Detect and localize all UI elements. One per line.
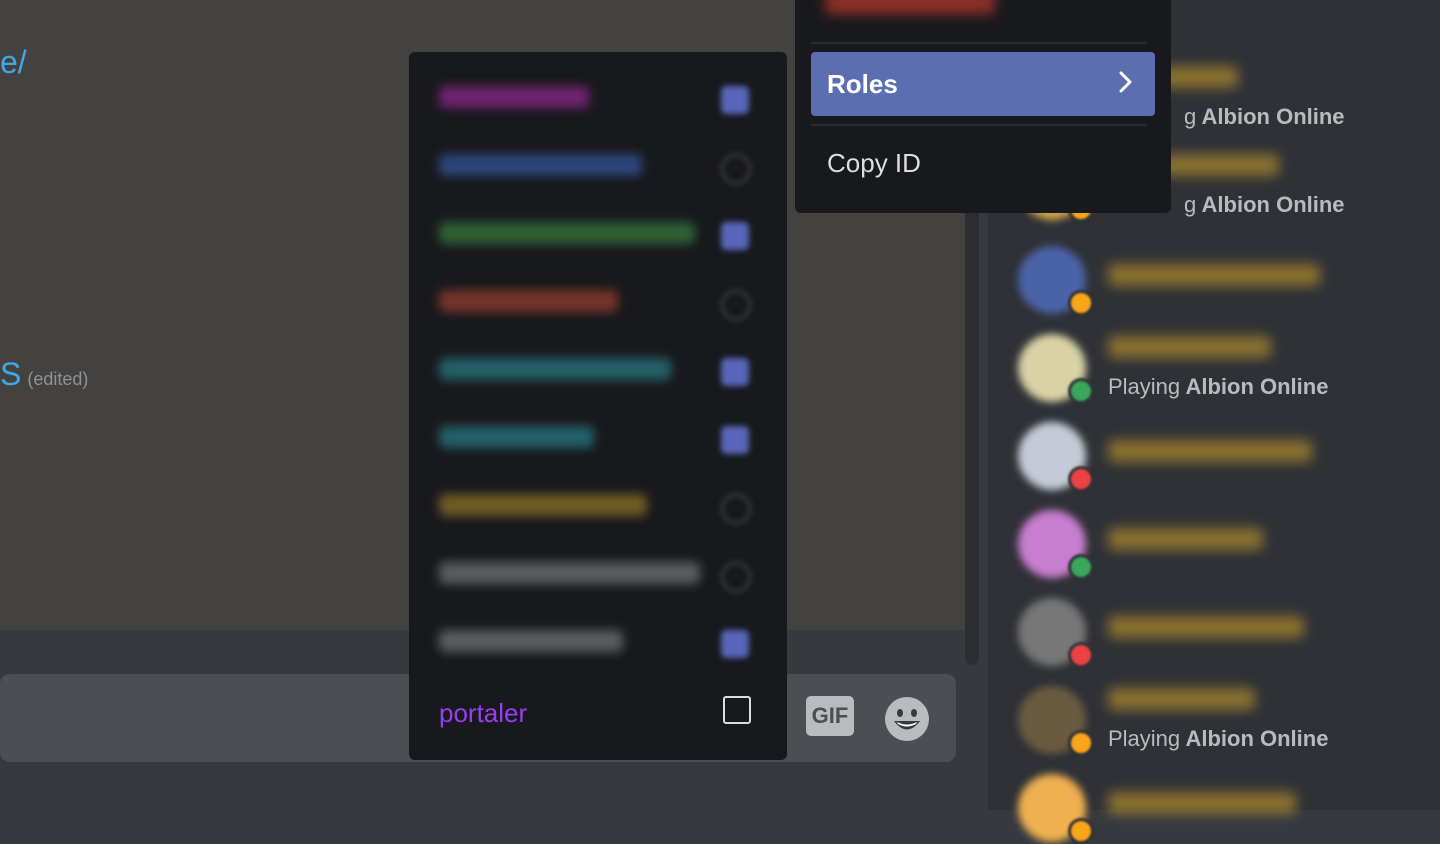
menu-divider <box>811 42 1147 44</box>
role-checkbox[interactable] <box>721 154 751 184</box>
member-item[interactable] <box>1018 774 1428 844</box>
member-activity: Playing Albion Online <box>1108 374 1328 400</box>
role-name-blurred <box>439 358 671 380</box>
member-item[interactable] <box>1018 422 1428 492</box>
member-name-blurred <box>1108 528 1263 550</box>
copy-id-menu-item[interactable]: Copy ID <box>827 148 921 179</box>
member-name-blurred <box>1108 792 1296 814</box>
status-indicator <box>1068 642 1094 668</box>
member-name-blurred <box>1108 264 1320 286</box>
message-link-edited[interactable]: S (edited) <box>0 356 88 393</box>
chat-scrollbar[interactable] <box>965 200 979 665</box>
role-checkbox[interactable] <box>721 562 751 592</box>
role-name-blurred <box>439 86 589 108</box>
activity-game: Albion Online <box>1180 374 1329 399</box>
member-activity: Playing Albion Online <box>1108 726 1328 752</box>
member-item[interactable] <box>1018 510 1428 580</box>
role-item[interactable] <box>439 216 759 256</box>
member-item[interactable] <box>1018 246 1428 316</box>
activity-prefix: g <box>1184 104 1197 129</box>
activity-prefix: g <box>1184 192 1197 217</box>
role-name-blurred <box>439 290 618 312</box>
member-item[interactable] <box>1018 598 1428 668</box>
role-checkbox[interactable] <box>721 630 749 658</box>
role-checkbox[interactable] <box>721 358 749 386</box>
message-link-text[interactable]: S <box>0 356 21 392</box>
gif-button[interactable]: GIF <box>806 696 854 736</box>
role-checkbox[interactable] <box>721 494 751 524</box>
message-link[interactable]: e/ <box>0 44 27 81</box>
role-name: portaler <box>439 698 528 728</box>
status-indicator <box>1068 730 1094 756</box>
member-activity: g Albion Online <box>1184 104 1345 130</box>
role-name-blurred <box>439 562 700 584</box>
menu-divider <box>811 124 1147 126</box>
role-name-blurred <box>439 630 623 652</box>
status-indicator <box>1068 466 1094 492</box>
activity-prefix: Playing <box>1108 374 1181 399</box>
activity-game: Albion Online <box>1196 104 1345 129</box>
roles-menu-label: Roles <box>827 69 898 99</box>
role-name-blurred <box>439 494 647 516</box>
member-name-blurred <box>1108 616 1304 638</box>
member-item[interactable]: Playing Albion Online <box>1018 686 1428 756</box>
status-indicator <box>1068 818 1094 844</box>
role-item[interactable] <box>439 284 759 324</box>
blurred-menu-item[interactable] <box>825 0 995 14</box>
role-name-blurred <box>439 154 642 176</box>
member-activity: g Albion Online <box>1184 192 1345 218</box>
activity-game: Albion Online <box>1196 192 1345 217</box>
edited-label: (edited) <box>27 369 89 389</box>
role-checkbox[interactable] <box>721 86 749 114</box>
role-item-portaler[interactable]: portaler <box>439 694 759 734</box>
activity-prefix: Playing <box>1108 726 1181 751</box>
role-item[interactable] <box>439 488 759 528</box>
role-item[interactable] <box>439 148 759 188</box>
status-indicator <box>1068 554 1094 580</box>
member-name-blurred <box>1108 440 1312 462</box>
role-checkbox[interactable] <box>721 222 749 250</box>
role-item[interactable] <box>439 556 759 596</box>
role-name-blurred <box>439 426 594 448</box>
roles-popup: portaler <box>409 52 787 760</box>
role-item[interactable] <box>439 80 759 120</box>
role-item[interactable] <box>439 624 759 664</box>
chevron-right-icon <box>1119 70 1133 101</box>
member-name-blurred <box>1108 688 1255 710</box>
status-indicator <box>1068 378 1094 404</box>
role-item[interactable] <box>439 352 759 392</box>
member-item[interactable]: Playing Albion Online <box>1018 334 1428 404</box>
role-name-blurred <box>439 222 695 244</box>
status-indicator <box>1068 290 1094 316</box>
role-checkbox[interactable] <box>723 696 751 724</box>
roles-menu-item[interactable]: Roles <box>811 52 1155 116</box>
role-item[interactable] <box>439 420 759 460</box>
member-name-blurred <box>1108 336 1271 358</box>
role-checkbox[interactable] <box>721 426 749 454</box>
role-checkbox[interactable] <box>721 290 751 320</box>
context-menu: Roles Copy ID <box>795 0 1171 213</box>
emoji-icon[interactable] <box>884 696 930 742</box>
activity-game: Albion Online <box>1180 726 1329 751</box>
